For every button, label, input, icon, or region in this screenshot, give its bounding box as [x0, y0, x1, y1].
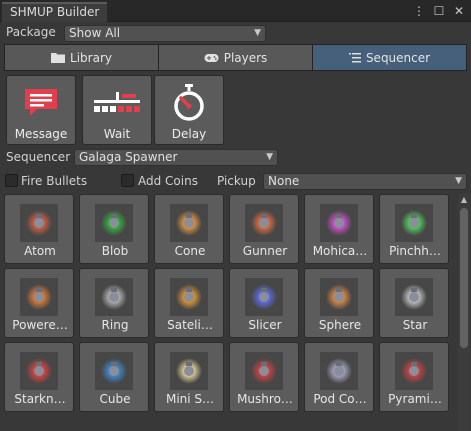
enemy-cell[interactable]: Pod Co…: [304, 342, 374, 412]
chevron-down-icon: ▼: [266, 152, 273, 162]
pickup-dropdown[interactable]: None ▼: [263, 173, 467, 190]
enemy-cell[interactable]: Slicer: [229, 268, 299, 338]
folder-icon: [51, 52, 66, 63]
tab-sequencer-label: Sequencer: [365, 50, 431, 65]
enemy-cell-label: Cube: [99, 392, 131, 406]
enemy-cell[interactable]: Powere…: [4, 268, 74, 338]
enemy-thumbnail: [320, 352, 358, 390]
sequencer-dropdown[interactable]: Galaga Spawner ▼: [74, 149, 278, 166]
fire-bullets-checkbox[interactable]: [5, 174, 18, 187]
message-button-label: Message: [14, 127, 68, 141]
enemy-grid: Atom Blob Cone Gunner Mohica… Pinchh… Powere… R…: [4, 194, 454, 431]
enemy-cell-label: Sphere: [318, 318, 362, 332]
enemy-thumbnail: [395, 278, 433, 316]
window-title-tab[interactable]: SHMUP Builder: [2, 2, 108, 22]
enemy-cell-label: Sateli…: [167, 318, 213, 332]
enemy-thumbnail: [245, 278, 283, 316]
enemy-cell[interactable]: Atom: [4, 194, 74, 264]
enemy-cell-label: Atom: [24, 244, 56, 258]
package-dropdown[interactable]: Show All ▼: [64, 25, 266, 42]
enemy-cell-label: Star: [402, 318, 428, 332]
list-icon: [348, 52, 361, 62]
tab-library[interactable]: Library: [5, 45, 159, 70]
enemy-cell-label: Ring: [101, 318, 129, 332]
enemy-cell[interactable]: Starkn…: [4, 342, 74, 412]
enemy-cell-label: Pinchh…: [389, 244, 441, 258]
close-icon[interactable]: ✕: [453, 3, 465, 19]
enemy-cell[interactable]: Mushro…: [229, 342, 299, 412]
enemy-cell[interactable]: Pinchh…: [379, 194, 449, 264]
stopwatch-icon: [174, 84, 204, 121]
scroll-up-arrow-icon[interactable]: ▲: [458, 194, 470, 206]
enemy-thumbnail: [95, 204, 133, 242]
enemy-cell-label: Cone: [174, 244, 206, 258]
wait-button-label: Wait: [103, 127, 131, 141]
enemy-thumbnail: [20, 352, 58, 390]
wait-icon: [94, 92, 140, 112]
enemy-thumbnail: [170, 204, 208, 242]
enemy-thumbnail: [320, 204, 358, 242]
enemy-thumbnail: [395, 352, 433, 390]
enemy-cell-label: Powere…: [12, 318, 68, 332]
chevron-down-icon: ▼: [455, 176, 462, 186]
enemy-cell[interactable]: Star: [379, 268, 449, 338]
pickup-label: Pickup: [217, 174, 256, 188]
chevron-down-icon: ▼: [254, 28, 261, 38]
enemy-thumbnail: [170, 278, 208, 316]
enemy-thumbnail: [395, 204, 433, 242]
scroll-thumb[interactable]: [460, 208, 468, 348]
grid-scrollbar[interactable]: ▲: [458, 194, 470, 431]
enemy-cell[interactable]: Pyrami…: [379, 342, 449, 412]
enemy-cell[interactable]: Gunner: [229, 194, 299, 264]
enemy-cell-label: Slicer: [248, 318, 282, 332]
gamepad-icon: [204, 53, 219, 62]
enemy-cell[interactable]: Ring: [79, 268, 149, 338]
enemy-thumbnail: [245, 204, 283, 242]
enemy-cell[interactable]: Cube: [79, 342, 149, 412]
enemy-cell-label: Starkn…: [14, 392, 66, 406]
fire-bullets-label: Fire Bullets: [21, 174, 88, 188]
enemy-cell[interactable]: Mini S…: [154, 342, 224, 412]
sequencer-dropdown-value: Galaga Spawner: [79, 150, 178, 164]
tab-sequencer[interactable]: Sequencer: [313, 45, 466, 70]
enemy-thumbnail: [95, 352, 133, 390]
enemy-cell-label: Pod Co…: [313, 392, 367, 406]
package-dropdown-value: Show All: [69, 26, 121, 40]
main-tabs: Library Players Sequencer: [4, 44, 467, 71]
enemy-thumbnail: [320, 278, 358, 316]
wait-button[interactable]: Wait: [82, 75, 152, 145]
window-titlebar: SHMUP Builder ⋮ ☐ ✕: [0, 0, 471, 22]
enemy-cell-label: Mini S…: [165, 392, 215, 406]
enemy-thumbnail: [20, 204, 58, 242]
message-button[interactable]: Message: [6, 75, 76, 145]
add-coins-label: Add Coins: [138, 174, 198, 188]
enemy-cell[interactable]: Sateli…: [154, 268, 224, 338]
message-icon: [25, 89, 57, 116]
enemy-cell-label: Gunner: [242, 244, 288, 258]
enemy-cell-label: Blob: [101, 244, 129, 258]
enemy-cell[interactable]: Cone: [154, 194, 224, 264]
enemy-cell-label: Mohica…: [312, 244, 368, 258]
enemy-thumbnail: [95, 278, 133, 316]
enemy-cell[interactable]: Sphere: [304, 268, 374, 338]
sequencer-label: Sequencer: [6, 150, 71, 164]
delay-button-label: Delay: [171, 127, 207, 141]
enemy-cell-label: Mushro…: [237, 392, 293, 406]
more-options-icon[interactable]: ⋮: [413, 3, 425, 19]
enemy-cell[interactable]: Mohica…: [304, 194, 374, 264]
enemy-thumbnail: [170, 352, 208, 390]
window-controls: ⋮ ☐ ✕: [413, 3, 465, 19]
delay-button[interactable]: Delay: [154, 75, 224, 145]
pickup-dropdown-value: None: [268, 174, 300, 188]
enemy-cell-label: Pyrami…: [388, 392, 442, 406]
maximize-icon[interactable]: ☐: [433, 3, 445, 19]
enemy-cell[interactable]: Blob: [79, 194, 149, 264]
tab-library-label: Library: [70, 50, 112, 65]
package-label: Package: [6, 25, 56, 39]
enemy-thumbnail: [245, 352, 283, 390]
tab-players[interactable]: Players: [159, 45, 313, 70]
tab-players-label: Players: [223, 50, 268, 65]
add-coins-checkbox[interactable]: [121, 174, 134, 187]
enemy-thumbnail: [20, 278, 58, 316]
